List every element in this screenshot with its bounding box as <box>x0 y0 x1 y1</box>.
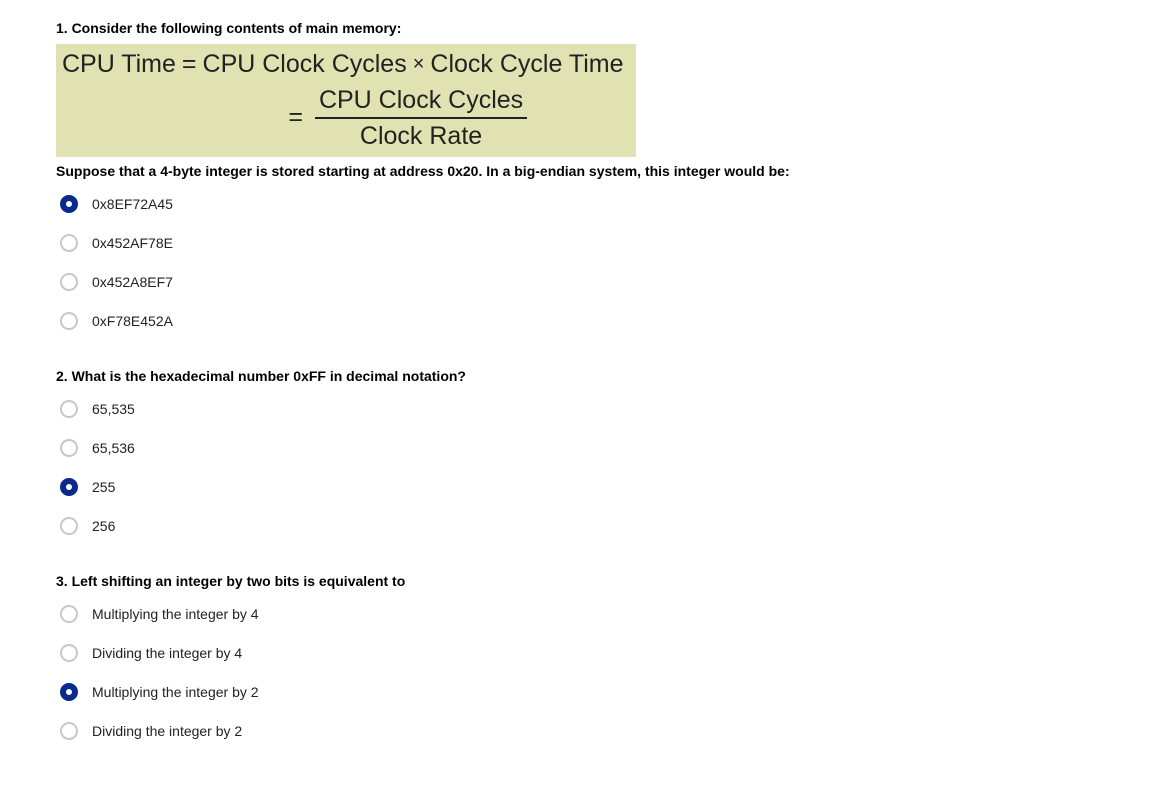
radio-icon[interactable] <box>60 312 78 330</box>
formula-numerator: CPU Clock Cycles <box>315 85 527 117</box>
question-1: 1. Consider the following contents of ma… <box>56 20 1168 330</box>
radio-icon[interactable] <box>60 722 78 740</box>
q1-option-1[interactable]: 0x452AF78E <box>60 234 1168 252</box>
q2-option-1-label: 65,536 <box>92 440 135 456</box>
formula-l2-eq: = <box>288 103 303 132</box>
q3-option-2[interactable]: Multiplying the integer by 2 <box>60 683 1168 701</box>
radio-icon[interactable] <box>60 683 78 701</box>
q2-option-2-label: 255 <box>92 479 115 495</box>
q2-option-2[interactable]: 255 <box>60 478 1168 496</box>
radio-icon[interactable] <box>60 400 78 418</box>
formula-line2: = CPU Clock Cycles Clock Rate <box>62 85 624 151</box>
radio-icon[interactable] <box>60 234 78 252</box>
formula-l1-left: CPU Time <box>62 50 176 79</box>
formula-box: CPU Time = CPU Clock Cycles × Clock Cycl… <box>56 44 636 157</box>
q1-option-2[interactable]: 0x452A8EF7 <box>60 273 1168 291</box>
radio-icon[interactable] <box>60 644 78 662</box>
question-3-title: 3. Left shifting an integer by two bits … <box>56 573 1168 589</box>
question-1-text: Suppose that a 4-byte integer is stored … <box>56 163 1168 179</box>
q2-option-0[interactable]: 65,535 <box>60 400 1168 418</box>
question-2-title: 2. What is the hexadecimal number 0xFF i… <box>56 368 1168 384</box>
q1-option-3-label: 0xF78E452A <box>92 313 173 329</box>
radio-icon[interactable] <box>60 195 78 213</box>
q3-option-2-label: Multiplying the integer by 2 <box>92 684 259 700</box>
radio-icon[interactable] <box>60 273 78 291</box>
formula-l1-eq: = <box>182 50 197 79</box>
q1-option-0-label: 0x8EF72A45 <box>92 196 173 212</box>
formula-denominator: Clock Rate <box>356 119 486 151</box>
formula-l1-times: × <box>413 53 425 76</box>
q2-option-0-label: 65,535 <box>92 401 135 417</box>
q2-option-1[interactable]: 65,536 <box>60 439 1168 457</box>
question-3-options: Multiplying the integer by 4 Dividing th… <box>56 605 1168 740</box>
q3-option-0-label: Multiplying the integer by 4 <box>92 606 259 622</box>
q1-option-2-label: 0x452A8EF7 <box>92 274 173 290</box>
q3-option-3[interactable]: Dividing the integer by 2 <box>60 722 1168 740</box>
formula-l1-rb: Clock Cycle Time <box>430 50 623 79</box>
q3-option-1-label: Dividing the integer by 4 <box>92 645 242 661</box>
q1-option-3[interactable]: 0xF78E452A <box>60 312 1168 330</box>
q3-option-3-label: Dividing the integer by 2 <box>92 723 242 739</box>
question-1-title: 1. Consider the following contents of ma… <box>56 20 1168 36</box>
q3-option-1[interactable]: Dividing the integer by 4 <box>60 644 1168 662</box>
radio-icon[interactable] <box>60 478 78 496</box>
question-2: 2. What is the hexadecimal number 0xFF i… <box>56 368 1168 535</box>
formula-l1-ra: CPU Clock Cycles <box>203 50 407 79</box>
radio-icon[interactable] <box>60 605 78 623</box>
question-3: 3. Left shifting an integer by two bits … <box>56 573 1168 740</box>
q2-option-3-label: 256 <box>92 518 115 534</box>
radio-icon[interactable] <box>60 517 78 535</box>
q2-option-3[interactable]: 256 <box>60 517 1168 535</box>
formula-line1: CPU Time = CPU Clock Cycles × Clock Cycl… <box>62 50 624 79</box>
question-2-options: 65,535 65,536 255 256 <box>56 400 1168 535</box>
q1-option-0[interactable]: 0x8EF72A45 <box>60 195 1168 213</box>
radio-icon[interactable] <box>60 439 78 457</box>
q1-option-1-label: 0x452AF78E <box>92 235 173 251</box>
formula-fraction: CPU Clock Cycles Clock Rate <box>315 85 527 151</box>
q3-option-0[interactable]: Multiplying the integer by 4 <box>60 605 1168 623</box>
question-1-options: 0x8EF72A45 0x452AF78E 0x452A8EF7 0xF78E4… <box>56 195 1168 330</box>
